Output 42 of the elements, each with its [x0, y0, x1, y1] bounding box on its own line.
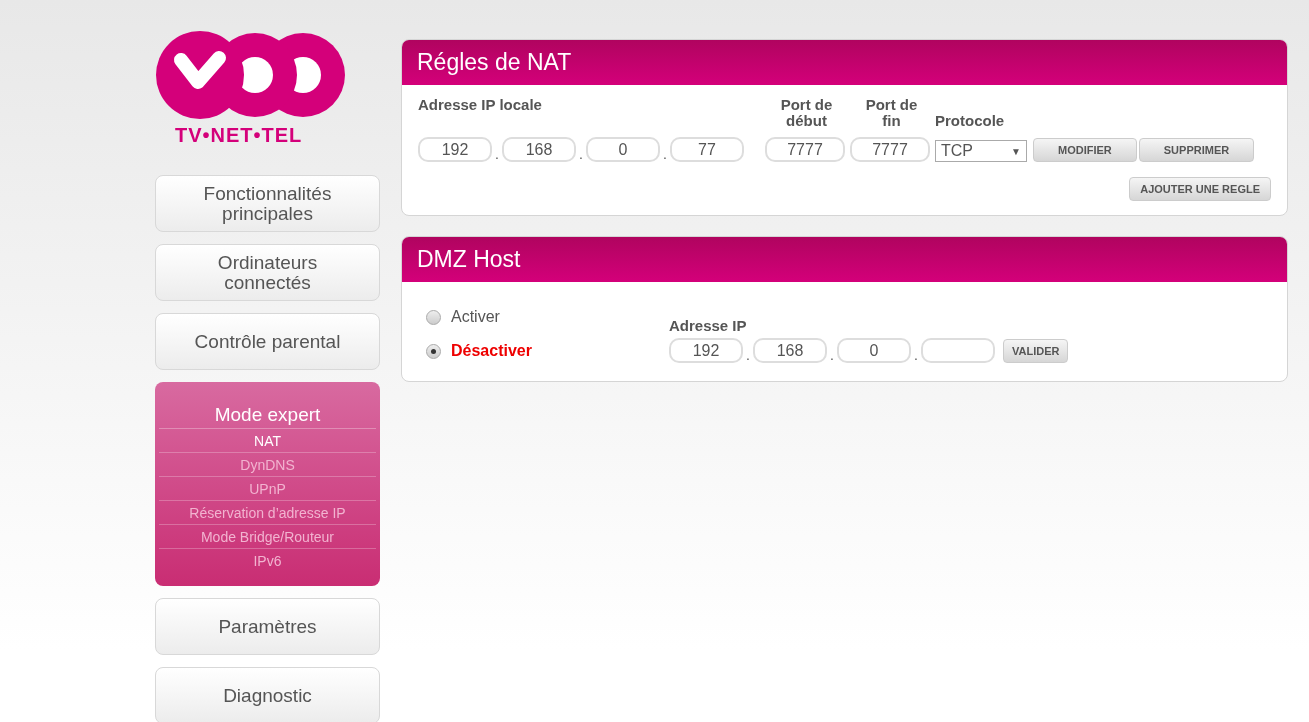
dropdown-arrow-icon: ▼ — [1011, 145, 1021, 157]
ip-separator: . — [578, 146, 584, 162]
ip-octet-field[interactable]: 192 — [669, 338, 743, 363]
column-label: Port de début — [779, 97, 834, 129]
port-field[interactable]: 7777 — [765, 137, 845, 162]
ip-octet-field[interactable]: 168 — [502, 137, 576, 162]
ip-separator: . — [829, 347, 835, 363]
validate-button[interactable]: VALIDER — [1003, 338, 1069, 363]
sidebar-button[interactable]: Fonctionnalités principales — [155, 175, 380, 232]
sidebar-button[interactable]: Contrôle parental — [155, 313, 380, 370]
column-label: Adresse IP locale — [418, 97, 543, 113]
radio-label: Activer — [451, 308, 500, 326]
ip-octet-field[interactable]: 192 — [418, 137, 492, 162]
panel-title: DMZ Host — [417, 246, 521, 273]
sidebar-group-title[interactable]: Mode expert — [159, 404, 376, 429]
protocol-select[interactable]: TCP ▼ — [935, 140, 1027, 162]
panel-title: Régles de NAT — [417, 49, 572, 76]
sidebar-button[interactable]: Diagnostic — [155, 667, 380, 722]
sidebar-subitem[interactable]: NAT — [159, 429, 376, 453]
column-label: Protocole — [935, 113, 1006, 129]
ip-octet-field[interactable]: 0 — [837, 338, 911, 363]
radio-button[interactable] — [426, 309, 441, 325]
ip-separator: . — [913, 347, 919, 363]
radio-label: Désactiver — [451, 342, 532, 360]
radio-button[interactable] — [426, 343, 441, 359]
action-button[interactable]: SUPPRIMER — [1138, 138, 1255, 162]
ip-octet-field[interactable]: 77 — [670, 137, 744, 162]
field-label: Adresse IP — [669, 318, 748, 334]
sidebar-button[interactable]: Ordinateurs connectés — [155, 244, 380, 301]
column-label: Port de fin — [864, 97, 919, 129]
ip-octet-field[interactable]: 0 — [586, 137, 660, 162]
port-field[interactable]: 7777 — [850, 137, 930, 162]
action-button[interactable]: MODIFIER — [1033, 138, 1137, 162]
ip-separator: . — [662, 146, 668, 162]
select-value: TCP — [941, 142, 973, 160]
ip-separator: . — [494, 146, 500, 162]
ip-octet-field[interactable]: 168 — [753, 338, 827, 363]
logo-tagline: TV•NET•TEL — [175, 124, 303, 147]
ip-separator: . — [745, 347, 751, 363]
add-rule-button[interactable]: AJOUTER UNE REGLE — [1129, 177, 1271, 201]
sidebar-button[interactable]: Paramètres — [155, 598, 380, 655]
ip-octet-field[interactable] — [921, 338, 995, 363]
